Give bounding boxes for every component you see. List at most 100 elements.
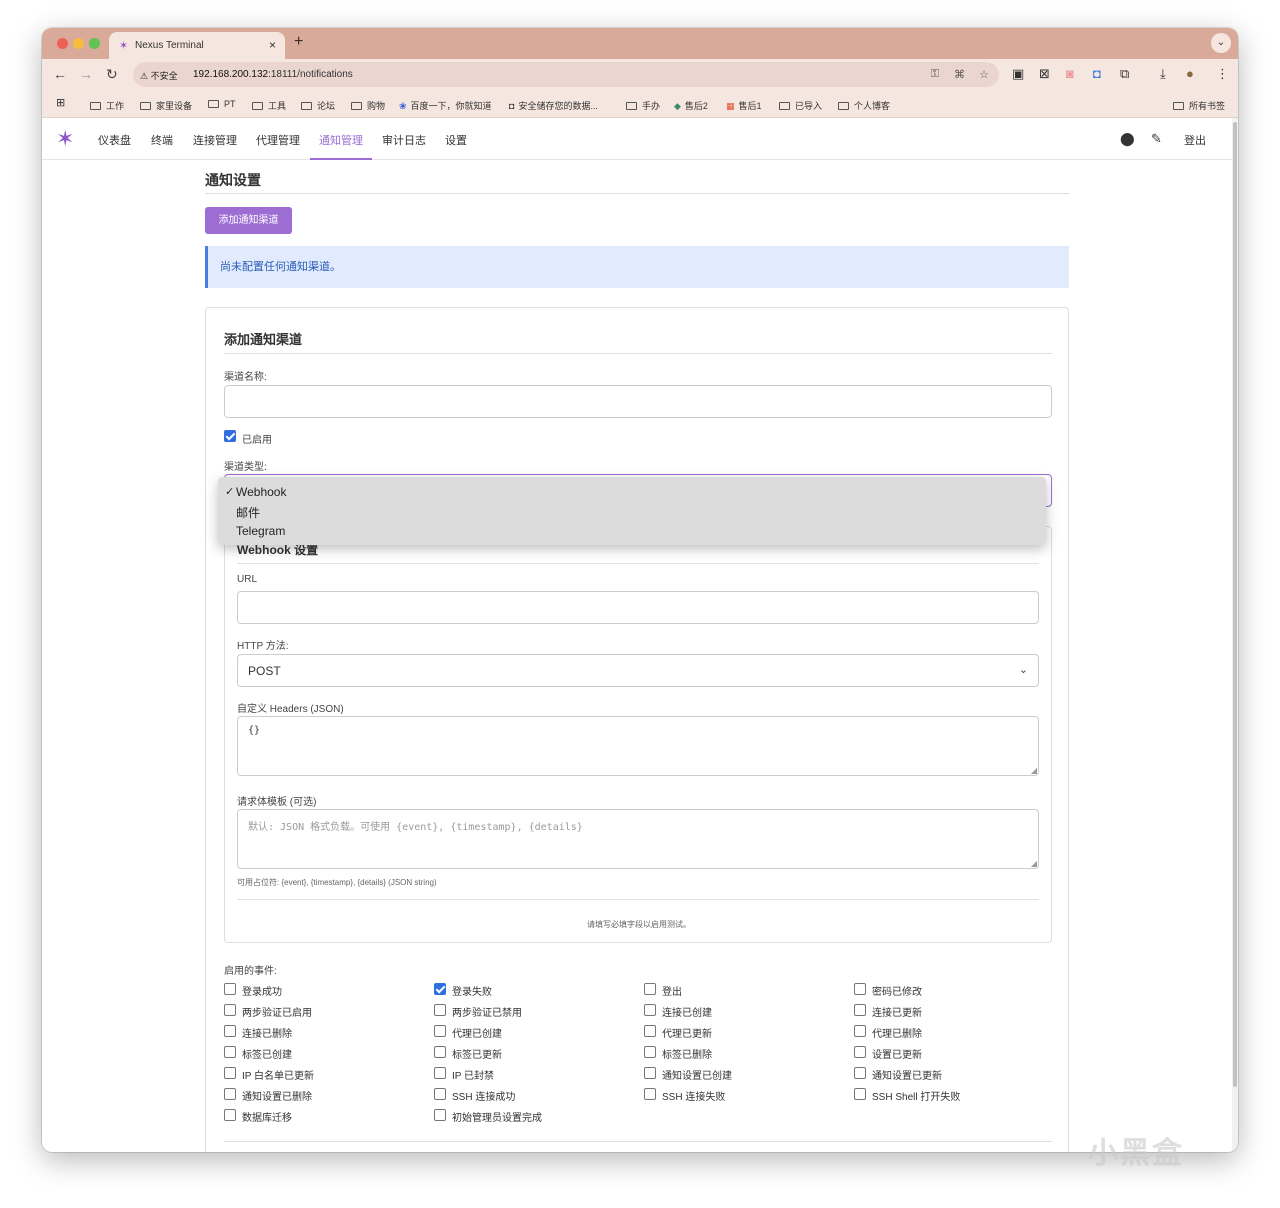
main-content: 通知设置 添加通知渠道 尚未配置任何通知渠道。 添加通知渠道 渠道名称: 已启用… — [205, 160, 1069, 1152]
event-checkbox[interactable] — [434, 1067, 446, 1079]
bookmark-folder[interactable]: 工具 — [252, 99, 286, 112]
bookmark-link[interactable]: ◘ 安全储存您的数据... — [509, 99, 598, 112]
headers-textarea[interactable]: {} ◢ — [237, 716, 1039, 776]
bookmark-folder[interactable]: 所有书签 — [1173, 99, 1225, 112]
folder-icon — [1173, 102, 1184, 110]
tab-search-button[interactable]: ⌄ — [1211, 33, 1231, 53]
event-checkbox[interactable] — [224, 1109, 236, 1121]
page-scrollbar-thumb[interactable] — [1233, 122, 1237, 1087]
extension-2-icon[interactable]: ⊠ — [1039, 66, 1050, 82]
nav-proxies[interactable]: 代理管理 — [256, 132, 300, 148]
event-checkbox[interactable] — [854, 1025, 866, 1037]
bookmark-folder[interactable]: 工作 — [90, 99, 124, 112]
event-checkbox[interactable] — [434, 1004, 446, 1016]
channel-type-option[interactable]: 邮件 — [236, 504, 260, 521]
nav-settings[interactable]: 设置 — [445, 132, 467, 148]
channel-type-option[interactable]: Telegram — [236, 524, 285, 538]
translate-icon[interactable]: ⌘ — [954, 68, 965, 81]
event-checkbox[interactable] — [644, 1004, 656, 1016]
http-method-select[interactable]: POST ⌄ — [237, 654, 1039, 687]
browser-menu-icon[interactable]: ⋮ — [1216, 66, 1229, 82]
event-checkbox[interactable] — [854, 1004, 866, 1016]
extension-1-icon[interactable]: ▣ — [1012, 66, 1024, 82]
apps-grid-icon[interactable]: ⊞ — [56, 96, 65, 109]
reload-icon[interactable]: ↻ — [106, 66, 118, 83]
maximize-window-button[interactable] — [89, 38, 100, 49]
bookmark-folder[interactable]: 购物 — [351, 99, 385, 112]
event-checkbox[interactable] — [854, 1046, 866, 1058]
event-checkbox[interactable] — [644, 983, 656, 995]
security-indicator[interactable]: ⚠ 不安全 — [140, 69, 178, 82]
event-label: 连接已创建 — [662, 1008, 712, 1019]
event-checkbox[interactable] — [434, 1046, 446, 1058]
bookmark-star-icon[interactable]: ☆ — [979, 68, 989, 81]
bookmark-link[interactable]: ▦ 售后1 — [726, 99, 762, 112]
browser-toolbar: ← → ↻ ⚠ 不安全 192.168.200.132:18111/notifi… — [42, 59, 1238, 90]
extensions-puzzle-icon[interactable]: ⧉ — [1120, 66, 1129, 82]
webhook-url-input[interactable] — [237, 591, 1039, 624]
event-checkbox[interactable] — [434, 1025, 446, 1037]
event-checkbox[interactable] — [644, 1046, 656, 1058]
close-window-button[interactable] — [57, 38, 68, 49]
event-checkbox[interactable] — [224, 1088, 236, 1100]
event-label: 连接已更新 — [872, 1008, 922, 1019]
event-checkbox[interactable] — [434, 983, 446, 995]
headers-label: 自定义 Headers (JSON) — [237, 704, 344, 715]
address-bar[interactable]: ⚠ 不安全 192.168.200.132:18111/notification… — [133, 62, 999, 87]
key-icon[interactable]: ⚿ — [931, 68, 939, 81]
event-checkbox[interactable] — [644, 1025, 656, 1037]
enabled-checkbox[interactable] — [224, 430, 236, 442]
back-icon[interactable]: ← — [53, 66, 67, 82]
checkmark-icon: ✓ — [225, 486, 235, 498]
event-checkbox[interactable] — [854, 983, 866, 995]
body-template-textarea[interactable]: 默认: JSON 格式负载。可使用 {event}, {timestamp}, … — [237, 809, 1039, 869]
github-icon[interactable]: ⬤ — [1120, 131, 1135, 147]
theme-brush-icon[interactable]: ✎ — [1151, 131, 1162, 147]
event-checkbox[interactable] — [644, 1067, 656, 1079]
resize-grip-icon[interactable]: ◢ — [1031, 859, 1037, 868]
bookmark-folder[interactable]: 手办 — [626, 99, 660, 112]
logout-link[interactable]: 登出 — [1184, 132, 1206, 148]
event-label: 初始管理员设置完成 — [452, 1113, 542, 1124]
channel-type-option[interactable]: Webhook — [236, 485, 286, 499]
nav-notifications[interactable]: 通知管理 — [310, 132, 372, 160]
minimize-window-button[interactable] — [73, 38, 84, 49]
nav-terminal[interactable]: 终端 — [151, 132, 173, 148]
event-checkbox[interactable] — [224, 983, 236, 995]
bookmark-folder[interactable]: 已导入 — [779, 99, 822, 112]
extension-3-icon[interactable]: ◙ — [1066, 66, 1074, 81]
bookmark-link[interactable]: ❀ 百度一下，你就知道 — [399, 99, 492, 112]
resize-grip-icon[interactable]: ◢ — [1031, 766, 1037, 775]
event-checkbox[interactable] — [434, 1088, 446, 1100]
browser-tab[interactable]: ✶ Nexus Terminal × — [109, 32, 285, 59]
app-logo-icon[interactable]: ✶ — [56, 126, 74, 152]
event-checkbox[interactable] — [644, 1088, 656, 1100]
event-checkbox[interactable] — [224, 1067, 236, 1079]
event-checkbox[interactable] — [854, 1088, 866, 1100]
bookmark-folder[interactable]: 家里设备 — [140, 99, 192, 112]
extension-4-icon[interactable]: ◘ — [1093, 66, 1101, 81]
nav-audit-log[interactable]: 审计日志 — [382, 132, 426, 148]
nav-dashboard[interactable]: 仪表盘 — [98, 132, 131, 148]
url-text[interactable]: 192.168.200.132:18111/notifications — [193, 69, 353, 80]
bookmark-link[interactable]: ◆ 售后2 — [674, 99, 708, 112]
tab-close-icon[interactable]: × — [269, 38, 276, 52]
folder-icon — [140, 102, 151, 110]
bookmark-folder[interactable]: 论坛 — [301, 99, 335, 112]
event-checkbox[interactable] — [224, 1004, 236, 1016]
bookmark-folder[interactable]: PT — [208, 99, 236, 109]
event-label: 登录成功 — [242, 987, 282, 998]
add-channel-button[interactable]: 添加通知渠道 — [205, 207, 292, 234]
event-checkbox[interactable] — [224, 1046, 236, 1058]
new-tab-button[interactable]: + — [294, 33, 303, 51]
nav-connections[interactable]: 连接管理 — [193, 132, 237, 148]
event-checkbox[interactable] — [434, 1109, 446, 1121]
bookmark-folder[interactable]: 个人博客 — [838, 99, 890, 112]
forward-icon[interactable]: → — [79, 66, 93, 82]
event-checkbox[interactable] — [224, 1025, 236, 1037]
download-icon[interactable]: ⤓ — [1160, 66, 1166, 82]
profile-avatar[interactable]: ● — [1186, 66, 1194, 81]
divider — [205, 193, 1069, 194]
channel-name-input[interactable] — [224, 385, 1052, 418]
event-checkbox[interactable] — [854, 1067, 866, 1079]
